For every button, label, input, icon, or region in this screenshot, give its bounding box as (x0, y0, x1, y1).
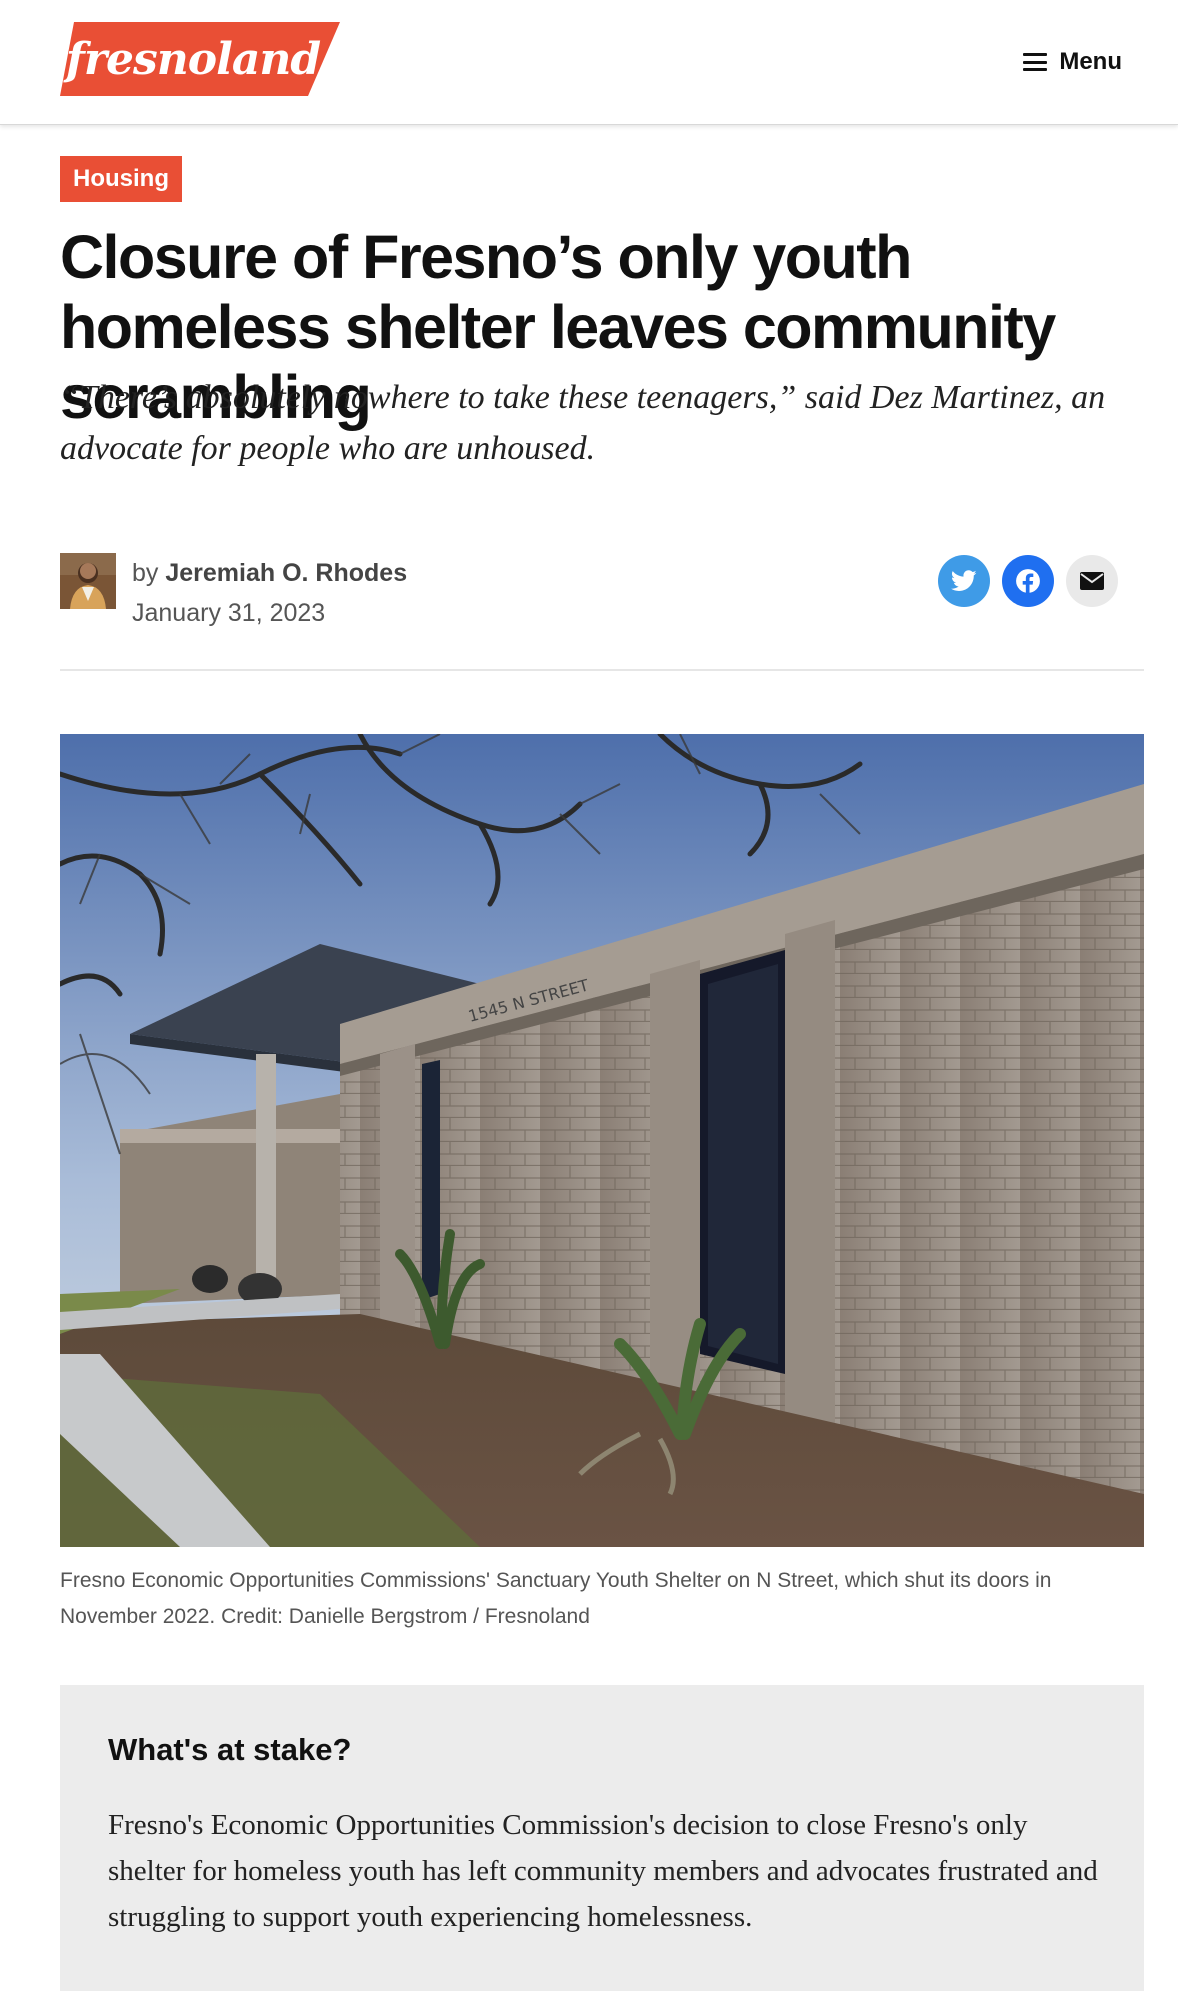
menu-button[interactable]: Menu (1023, 42, 1122, 82)
site-logo[interactable]: fresnoland (60, 22, 340, 96)
share-buttons (938, 555, 1118, 607)
category-link[interactable]: Housing (60, 156, 182, 202)
author-avatar[interactable] (60, 553, 116, 609)
site-header: fresnoland Menu (0, 0, 1178, 125)
whats-at-stake-box: What's at stake? Fresno's Economic Oppor… (60, 1685, 1144, 1991)
byline-divider (60, 669, 1144, 671)
author-name[interactable]: Jeremiah O. Rhodes (165, 559, 407, 587)
logo-text: fresnoland (65, 33, 321, 85)
share-twitter-button[interactable] (938, 555, 990, 607)
article-deck: “There’s absolutely nowhere to take thes… (60, 379, 1106, 467)
byline: by Jeremiah O. Rhodes (132, 557, 407, 589)
share-facebook-button[interactable] (1002, 555, 1054, 607)
stake-body: Fresno's Economic Opportunities Commissi… (108, 1809, 1098, 1933)
photo-caption: Fresno Economic Opportunities Commission… (60, 1569, 1052, 1628)
menu-label: Menu (1059, 48, 1122, 75)
byline-prefix: by (132, 559, 159, 587)
byline-block: by Jeremiah O. Rhodes January 31, 2023 (60, 553, 1144, 633)
hamburger-icon (1023, 53, 1048, 71)
hero-photo: 1545 N STREET (60, 734, 1144, 1547)
twitter-icon (951, 570, 977, 591)
email-icon (1080, 572, 1104, 590)
stake-title: What's at stake? (108, 1732, 352, 1767)
publish-date: January 31, 2023 (132, 599, 326, 627)
share-email-button[interactable] (1066, 555, 1118, 607)
facebook-icon (1016, 569, 1040, 594)
